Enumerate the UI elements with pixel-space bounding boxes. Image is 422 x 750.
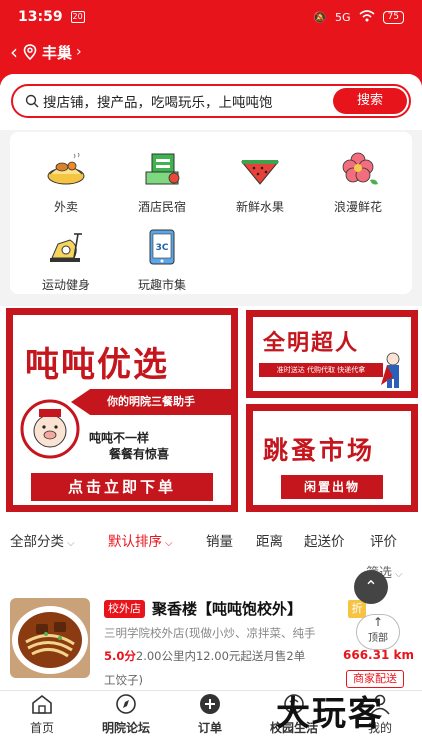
status-bar: 13:59 20 🔕 5G 75 bbox=[0, 0, 422, 34]
category-label: 运动健身 bbox=[41, 278, 90, 292]
shop-description-cont: 工饺子) bbox=[104, 673, 143, 687]
status-time: 13:59 bbox=[18, 9, 63, 25]
shop-distance: 666.31 km bbox=[343, 648, 414, 662]
chevron-down-icon: ⌵ bbox=[395, 569, 403, 580]
nav-label: 订单 bbox=[197, 721, 222, 735]
sort-distance[interactable]: 距离 bbox=[256, 530, 283, 550]
back-to-top-label: 顶部 bbox=[368, 633, 388, 644]
category-label: 玩趣市集 bbox=[137, 278, 186, 292]
sort-label: 全部分类 bbox=[10, 534, 64, 550]
flower-icon bbox=[342, 152, 378, 185]
wifi-icon bbox=[359, 9, 375, 25]
banner-quanming-chaoren[interactable]: 全明超人 准时送达 代购代取 快递代拿 bbox=[246, 310, 418, 398]
shop-description: 三明学院校外店(现做小炒、凉拌菜、纯手 bbox=[104, 626, 316, 640]
nav-label: 首页 bbox=[29, 721, 54, 735]
category-label: 外卖 bbox=[53, 200, 78, 214]
search-button[interactable]: 搜索 bbox=[333, 88, 407, 114]
banner-title: 吨吨优选 bbox=[25, 345, 169, 385]
category-label: 浪漫鲜花 bbox=[333, 200, 382, 214]
battery-indicator: 75 bbox=[382, 10, 404, 24]
search-placeholder: 搜店铺，搜产品，吃喝玩乐，上吨吨饱 bbox=[43, 95, 273, 111]
sort-rating[interactable]: 评价 bbox=[370, 530, 397, 550]
chevron-down-icon: ⌵ bbox=[67, 538, 75, 549]
location-pin-icon bbox=[23, 44, 37, 60]
category-label: 新鲜水果 bbox=[235, 200, 284, 214]
plus-circle-icon bbox=[200, 694, 220, 714]
sort-label: 距离 bbox=[256, 534, 283, 550]
nav-home[interactable]: 首页 bbox=[0, 693, 84, 736]
category-flower[interactable]: 浪漫鲜花 bbox=[308, 150, 408, 215]
sort-label: 销量 bbox=[206, 534, 233, 550]
shop-meta: 5.0分2.00公里内12.00元起送月售2单 bbox=[104, 648, 305, 664]
category-fruit[interactable]: 新鲜水果 bbox=[210, 150, 310, 215]
nav-orders[interactable]: 订单 bbox=[168, 693, 252, 736]
network-label: 5G bbox=[335, 10, 351, 24]
watermelon-icon bbox=[240, 160, 280, 185]
sort-default[interactable]: 默认排序 ⌵ bbox=[108, 530, 173, 550]
shop-score: 5.0分 bbox=[104, 649, 136, 663]
banner-flea-market[interactable]: 跳蚤市场 闲置出物 bbox=[246, 404, 418, 512]
sort-label: 默认排序 bbox=[108, 534, 162, 550]
collapse-up-button[interactable]: ⌃ bbox=[354, 570, 388, 604]
nav-label: 明院论坛 bbox=[101, 721, 150, 735]
category-hotel[interactable]: 酒店民宿 bbox=[112, 150, 212, 215]
pig-mascot-icon bbox=[20, 399, 80, 459]
location-header: ‹ 丰巢 › bbox=[0, 36, 422, 68]
search-icon bbox=[25, 94, 39, 108]
chevron-down-icon: ⌵ bbox=[165, 538, 173, 549]
chevron-right-icon[interactable]: › bbox=[76, 44, 82, 60]
3c-market-icon: 3C bbox=[149, 229, 175, 265]
hotel-icon bbox=[145, 153, 180, 185]
shop-image[interactable] bbox=[10, 598, 90, 678]
banner-arrow-tag: 你的明院三餐助手 bbox=[71, 389, 231, 415]
sort-all-categories[interactable]: 全部分类 ⌵ bbox=[10, 530, 75, 550]
order-now-button[interactable]: 点击立即下单 bbox=[31, 473, 213, 501]
city-selector[interactable]: 丰巢 bbox=[42, 42, 72, 63]
category-fitness[interactable]: 运动健身 bbox=[16, 228, 116, 293]
shop-delivery-info: 2.00公里内12.00元起送月售2单 bbox=[135, 649, 306, 663]
banner-slogan-1: 吨吨不一样 bbox=[89, 431, 150, 445]
category-takeout[interactable]: 外卖 bbox=[16, 150, 116, 215]
exercise-bike-icon bbox=[50, 233, 82, 262]
noodle-bowl-image bbox=[10, 598, 90, 678]
category-label: 酒店民宿 bbox=[137, 200, 186, 214]
banner-title: 跳蚤市场 bbox=[263, 436, 376, 465]
food-icon bbox=[47, 152, 85, 185]
banner-title: 全明超人 bbox=[263, 330, 360, 356]
sort-label: 评价 bbox=[370, 534, 397, 550]
idle-items-button[interactable]: 闲置出物 bbox=[281, 475, 383, 499]
home-icon bbox=[32, 694, 52, 714]
watermark-text: 大玩客 bbox=[276, 694, 384, 734]
banner-slogan-2: 餐餐有惊喜 bbox=[109, 447, 170, 461]
back-to-top-button[interactable]: ↑ 顶部 bbox=[356, 614, 400, 650]
back-chevron-icon[interactable]: ‹ bbox=[10, 42, 18, 62]
nav-forum[interactable]: 明院论坛 bbox=[84, 693, 168, 736]
bell-mute-icon: 🔕 bbox=[313, 10, 328, 24]
sort-sales[interactable]: 销量 bbox=[206, 530, 233, 550]
compass-icon bbox=[116, 694, 136, 714]
shop-tag-outside: 校外店 bbox=[104, 600, 145, 618]
search-input[interactable]: 搜店铺，搜产品，吃喝玩乐，上吨吨饱 搜索 bbox=[11, 84, 411, 118]
banner-service-strip: 准时送达 代购代取 快递代拿 bbox=[259, 363, 383, 377]
notification-icon: 20 bbox=[70, 11, 85, 23]
svg-text:3C: 3C bbox=[156, 243, 169, 253]
status-indicators: 🔕 5G 75 bbox=[313, 9, 404, 25]
sort-min-price[interactable]: 起送价 bbox=[304, 530, 345, 550]
shop-name[interactable]: 聚香楼【吨吨饱校外】 bbox=[152, 598, 302, 619]
sort-label: 起送价 bbox=[304, 534, 345, 550]
arrow-up-icon: ↑ bbox=[372, 615, 384, 629]
category-market[interactable]: 3C 玩趣市集 bbox=[112, 228, 212, 293]
superhero-icon bbox=[381, 352, 400, 388]
banner-dundun-youxuan[interactable]: 吨吨优选 你的明院三餐助手 吨吨不一样 餐餐有惊喜 点击立即下单 bbox=[6, 308, 238, 512]
chevron-up-icon: ⌃ bbox=[364, 577, 378, 596]
